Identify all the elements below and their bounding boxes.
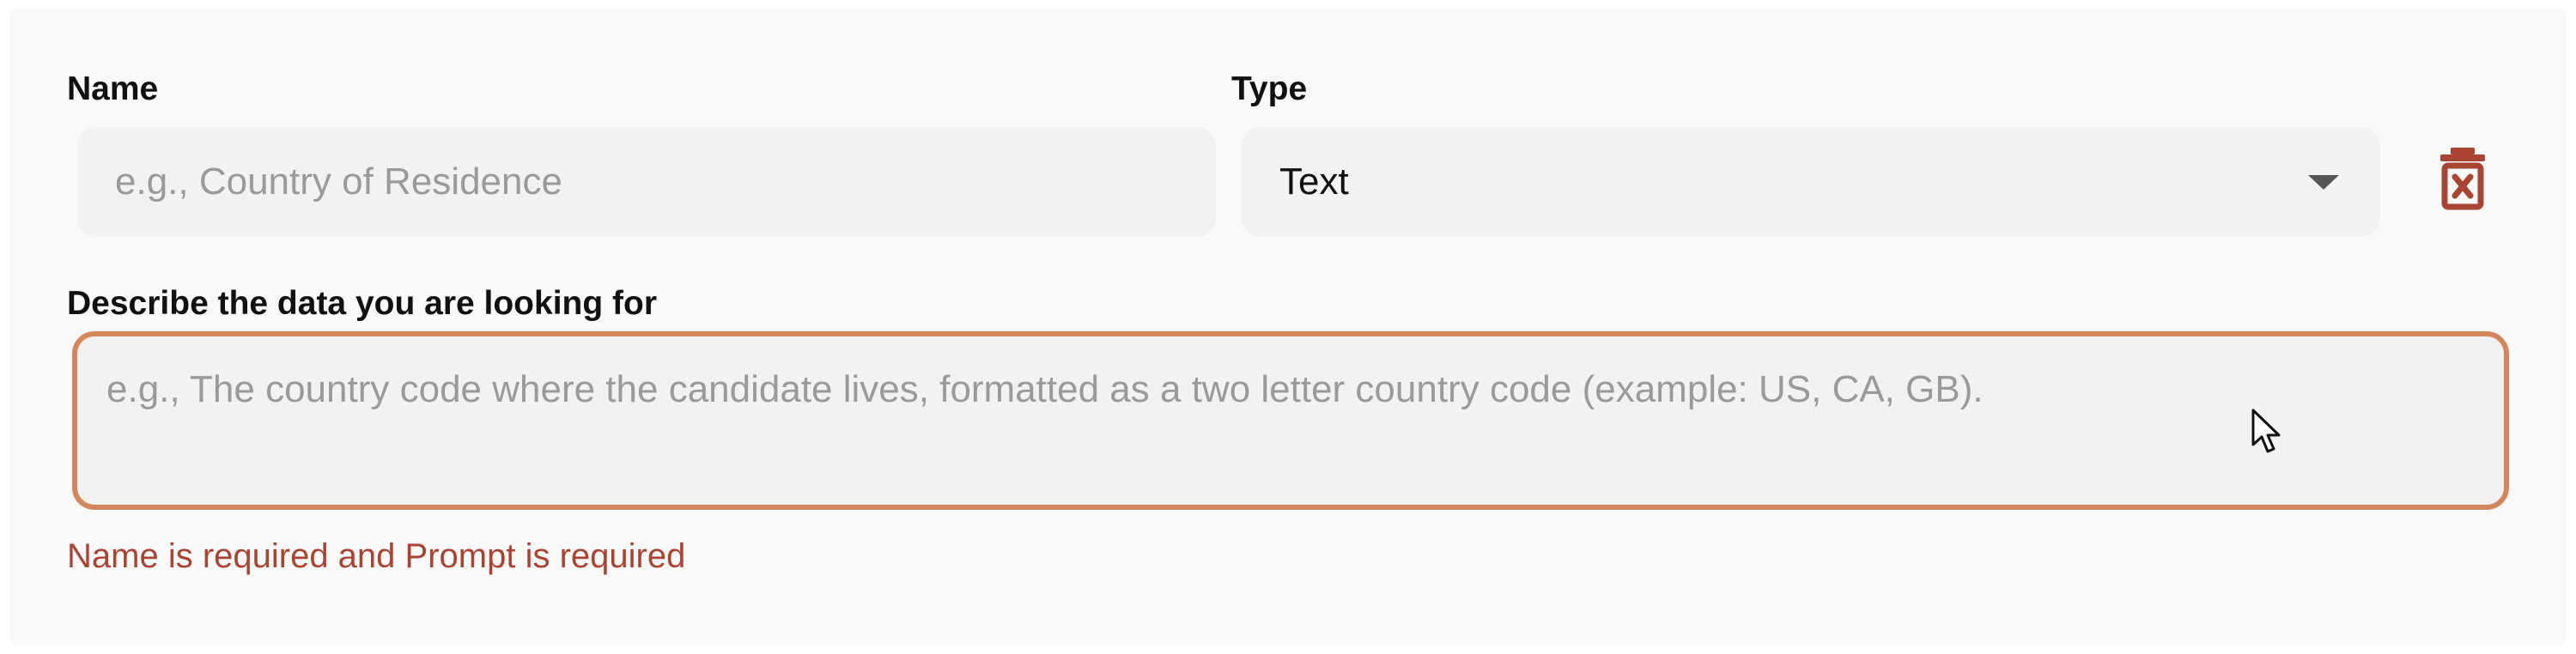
name-input[interactable] bbox=[77, 127, 1216, 237]
trash-x-icon bbox=[2440, 148, 2485, 210]
type-select-value: Text bbox=[1279, 160, 1349, 203]
type-select[interactable]: Text bbox=[1242, 127, 2380, 237]
prompt-label: Describe the data you are looking for bbox=[67, 285, 657, 322]
validation-error-message: Name is required and Prompt is required bbox=[67, 537, 686, 575]
prompt-textarea[interactable] bbox=[72, 331, 2509, 510]
name-label: Name bbox=[67, 70, 159, 107]
delete-field-button[interactable] bbox=[2432, 146, 2494, 211]
type-label: Type bbox=[1231, 70, 1308, 107]
caret-down-icon bbox=[2308, 174, 2339, 190]
